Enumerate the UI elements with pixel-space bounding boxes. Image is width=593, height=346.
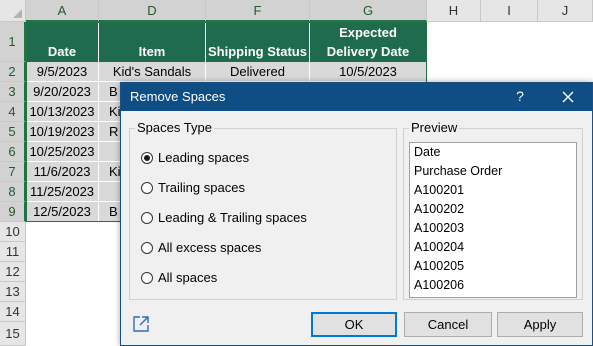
header-expected-line1: Expected xyxy=(339,25,397,40)
apply-button[interactable]: Apply xyxy=(497,312,583,337)
row-header-4[interactable]: 4 xyxy=(0,102,26,122)
option-label: All spaces xyxy=(158,270,218,285)
help-button[interactable]: ? xyxy=(512,88,528,104)
preview-item: A100206 xyxy=(414,278,465,292)
ok-button[interactable]: OK xyxy=(311,312,397,337)
header-cell-date[interactable]: Date xyxy=(26,22,99,62)
row-header-9[interactable]: 9 xyxy=(0,202,26,222)
cell-date[interactable]: 11/6/2023 xyxy=(26,162,99,182)
row-header-10[interactable]: 10 xyxy=(0,222,26,242)
cancel-button[interactable]: Cancel xyxy=(404,312,492,337)
option-all-excess-spaces[interactable]: All excess spaces xyxy=(141,240,261,255)
row-header-2[interactable]: 2 xyxy=(0,62,26,82)
row-header-6[interactable]: 6 xyxy=(0,142,26,162)
option-label: Leading spaces xyxy=(158,150,250,165)
preview-item: A100203 xyxy=(414,221,465,235)
radio-icon[interactable] xyxy=(141,181,153,194)
cell-item[interactable]: Kid's Sandals xyxy=(99,62,206,82)
preview-list[interactable]: Date Purchase Order A100201 A100202 A100… xyxy=(409,142,577,298)
header-expected-line2: Delivery Date xyxy=(326,44,410,59)
remove-spaces-dialog: Remove Spaces ? Spaces Type Leading spac… xyxy=(120,82,593,346)
column-header-h[interactable]: H xyxy=(427,0,481,22)
preview-item: Date xyxy=(414,145,441,159)
row-header-8[interactable]: 8 xyxy=(0,182,26,202)
dialog-title: Remove Spaces xyxy=(130,89,226,104)
option-trailing-spaces[interactable]: Trailing spaces xyxy=(141,180,245,195)
row-header-12[interactable]: 12 xyxy=(0,262,26,282)
spaces-type-label: Spaces Type xyxy=(135,120,214,135)
radio-icon[interactable] xyxy=(141,271,153,284)
header-cell-item[interactable]: Item xyxy=(99,22,206,62)
cell-date[interactable]: 10/25/2023 xyxy=(26,142,99,162)
cell-status[interactable]: Delivered xyxy=(206,62,310,82)
preview-item: A100204 xyxy=(414,240,465,254)
option-label: Trailing spaces xyxy=(158,180,245,195)
close-button[interactable] xyxy=(551,84,585,110)
preview-label: Preview xyxy=(409,120,460,135)
close-icon xyxy=(562,91,574,103)
column-header-a[interactable]: A xyxy=(26,0,99,22)
cell-date[interactable]: 9/5/2023 xyxy=(26,62,99,82)
cell-date[interactable]: 10/19/2023 xyxy=(26,122,99,142)
preview-item: A100205 xyxy=(414,259,465,273)
radio-icon[interactable] xyxy=(141,241,153,254)
select-all-corner[interactable] xyxy=(0,0,26,22)
row-header-3[interactable]: 3 xyxy=(0,82,26,102)
row-header-1[interactable]: 1 xyxy=(0,22,26,62)
column-header-j[interactable]: J xyxy=(538,0,593,22)
option-leading-trailing-spaces[interactable]: Leading & Trailing spaces xyxy=(141,210,307,225)
cell-date[interactable]: 11/25/2023 xyxy=(26,182,99,202)
option-leading-spaces[interactable]: Leading spaces xyxy=(141,150,249,165)
row-header-5[interactable]: 5 xyxy=(0,122,26,142)
radio-icon[interactable] xyxy=(141,211,153,224)
external-link-icon[interactable] xyxy=(132,315,150,333)
row-header-14[interactable]: 14 xyxy=(0,302,26,322)
column-header-i[interactable]: I xyxy=(481,0,538,22)
column-header-f[interactable]: F xyxy=(206,0,310,22)
cell-date[interactable]: 9/20/2023 xyxy=(26,82,99,102)
column-header-d[interactable]: D xyxy=(99,0,206,22)
row-header-13[interactable]: 13 xyxy=(0,282,26,302)
cell-date[interactable]: 10/13/2023 xyxy=(26,102,99,122)
row-header-15[interactable]: 15 xyxy=(0,322,26,346)
preview-item: Purchase Order xyxy=(414,164,503,178)
option-label: Leading & Trailing spaces xyxy=(158,210,307,225)
header-cell-expected-delivery-date[interactable]: Expected Delivery Date xyxy=(310,22,427,62)
row-header-11[interactable]: 11 xyxy=(0,242,26,262)
option-label: All excess spaces xyxy=(158,240,262,255)
select-all-triangle-icon xyxy=(13,9,22,18)
preview-item: A100202 xyxy=(414,202,465,216)
dialog-titlebar[interactable]: Remove Spaces ? xyxy=(121,83,592,111)
radio-selected-icon[interactable] xyxy=(141,151,153,164)
column-header-g[interactable]: G xyxy=(310,0,427,22)
header-cell-shipping-status[interactable]: Shipping Status xyxy=(206,22,310,62)
row-header-7[interactable]: 7 xyxy=(0,162,26,182)
option-all-spaces[interactable]: All spaces xyxy=(141,270,217,285)
preview-item: A100201 xyxy=(414,183,465,197)
cell-date[interactable]: 12/5/2023 xyxy=(26,202,99,222)
cell-expected[interactable]: 10/5/2023 xyxy=(310,62,427,82)
